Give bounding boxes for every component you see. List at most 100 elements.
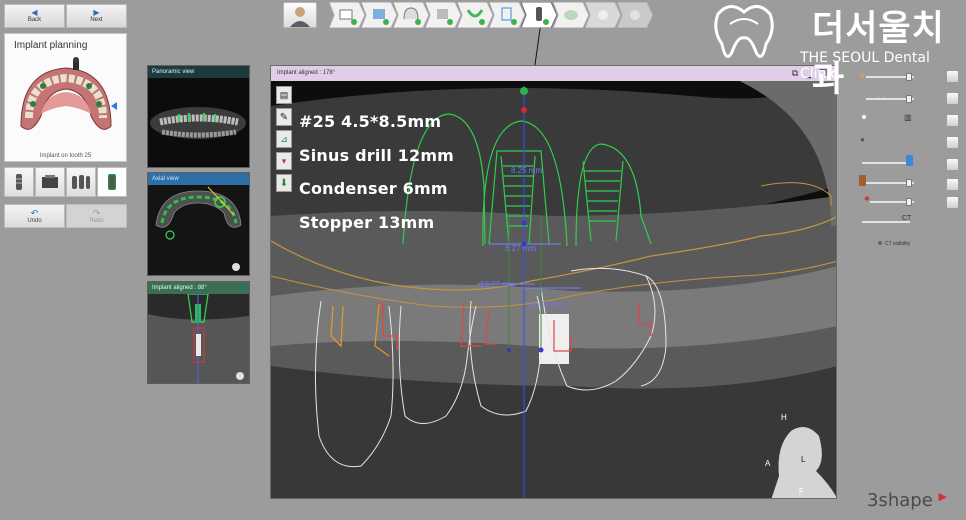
sleeve-implant-icon [108, 174, 116, 190]
orientation-label-h: H [781, 413, 787, 422]
undo-button[interactable]: ↶ Undo [4, 204, 65, 228]
visibility-toggle-7[interactable] [946, 196, 959, 209]
clinic-logo-english: THE SEOUL Dental Clinic [800, 50, 930, 82]
step-export[interactable] [585, 2, 621, 28]
screenshot-icon[interactable]: ⧉ [790, 68, 800, 78]
visibility-toggle-5[interactable] [946, 158, 959, 171]
opacity-slider-knob[interactable] [906, 179, 912, 187]
back-button[interactable]: ◀ Back [4, 4, 65, 28]
undo-label: Undo [27, 217, 42, 224]
undo-icon: ↶ [30, 207, 39, 218]
view-tools: ▤ ✎ ⊿ ▾ ⬇ [276, 86, 292, 192]
ct-visibility-label[interactable]: CT visibility [878, 241, 910, 247]
step-arch[interactable] [457, 2, 493, 28]
step-implant-planning[interactable] [521, 2, 557, 28]
marker-icon: ▾ [281, 155, 287, 166]
panoramic-view[interactable]: Panoramic view [147, 65, 250, 168]
ct-visibility-text: CT visibility [885, 241, 911, 247]
tooth-subtitle: Implant on tooth 25 [39, 153, 92, 159]
toolbar-pointer-line [534, 28, 541, 66]
axial-image [148, 185, 249, 275]
abutment-brown-icon [859, 175, 866, 186]
ct-visibility-dot-icon [878, 241, 882, 245]
view-tool-button-1[interactable]: ▤ [276, 86, 292, 104]
vendor-triangle-icon: ▶ [938, 490, 947, 503]
visibility-row [856, 155, 926, 168]
orientation-label-a: A [765, 459, 771, 468]
multi-implant-tool-button[interactable] [66, 167, 96, 197]
redo-button[interactable]: ↷ Redo [66, 204, 127, 228]
measurement-label: 8.25 mm [511, 166, 543, 175]
panoramic-view-title: Panoramic view [148, 66, 249, 78]
bone-icon: ● [860, 135, 865, 144]
orientation-label-l: L [801, 455, 806, 464]
nerve-icon: ✱ [864, 196, 870, 203]
page-icon: ▤ [279, 89, 289, 100]
orientation-label-f: F [799, 487, 804, 496]
step-prescription[interactable] [329, 2, 365, 28]
arrow-down-icon: ⬇ [279, 177, 289, 189]
visibility-row: ● [856, 135, 926, 147]
abutment-icon [42, 175, 58, 188]
implant-blue-icon [906, 155, 913, 166]
sleeve-icon: ▥ [904, 113, 912, 122]
step-segmentation[interactable] [425, 2, 461, 28]
step-finish[interactable] [617, 2, 653, 28]
head-orientation-widget[interactable]: H A L F [763, 411, 833, 496]
pencil-icon: ✎ [279, 111, 289, 123]
abutment-tool-button[interactable] [35, 167, 65, 197]
workflow-steps [329, 2, 653, 28]
axial-view-title: Axial view [148, 173, 249, 185]
view-tool-button-2[interactable]: ✎ [276, 108, 292, 126]
view-tool-button-4[interactable]: ▾ [276, 152, 292, 170]
jaw-model-image[interactable] [11, 56, 121, 146]
visibility-row [856, 175, 926, 188]
opacity-slider-knob[interactable] [906, 198, 912, 206]
visibility-toggle-6[interactable] [946, 178, 959, 191]
main-view-title: Implant aligned : 178° [277, 70, 336, 76]
view-tool-button-3[interactable]: ⊿ [276, 130, 292, 148]
view-tool-button-5[interactable]: ⬇ [276, 174, 292, 192]
visibility-row: ▥ [856, 113, 926, 125]
implant-spec-text: #25 4.5*8.5mm [299, 112, 442, 131]
sleeve-tool-button[interactable] [97, 167, 127, 197]
vendor-name: 3shape [867, 490, 933, 511]
visibility-row: ✱ [856, 196, 926, 207]
dot-icon [862, 115, 866, 119]
redo-icon: ↷ [92, 207, 101, 218]
measurement-label: 11.30 mm [529, 300, 564, 309]
redo-label: Redo [89, 217, 104, 224]
condenser-text: Condenser 6mm [299, 179, 448, 198]
implant-tool-button[interactable] [4, 167, 34, 197]
back-label: Back [27, 17, 42, 23]
panoramic-image [148, 78, 249, 167]
axial-view[interactable]: Axial view [147, 172, 250, 276]
measurement-label: 12.77 mm [480, 280, 516, 289]
step-scan-import[interactable] [361, 2, 397, 28]
panel-title: Implant planning [14, 40, 88, 51]
stopper-text: Stopper 13mm [299, 213, 435, 232]
patient-profile-button[interactable] [283, 2, 317, 28]
multiple-implants-icon [72, 175, 90, 189]
clinic-tooth-logo [714, 5, 774, 58]
step-guide-design[interactable] [553, 2, 589, 28]
visibility-toggle-4[interactable] [946, 136, 959, 149]
vendor-brand: 3shape ▶ [867, 490, 947, 511]
history-controls: ↶ Undo ↷ Redo [4, 204, 127, 228]
opacity-slider-track[interactable] [862, 162, 910, 164]
ct-icon: CT [902, 215, 912, 222]
implant-icon [16, 174, 22, 190]
implant-aligned-small-view[interactable]: Implant aligned : 88° [147, 281, 250, 384]
step-alignment[interactable] [489, 2, 525, 28]
step-model[interactable] [393, 2, 429, 28]
step-navigation: ◀ Back ▶ Next [4, 4, 127, 28]
doctor-avatar-icon [290, 7, 310, 27]
implant-tool-row [4, 167, 127, 197]
sinus-drill-text: Sinus drill 12mm [299, 146, 455, 165]
implant-aligned-main-view[interactable]: Implant aligned : 178° ⧉ ▁ ❐ ▤ ✎ ⊿ ▾ ⬇ #… [270, 65, 837, 499]
visibility-toggle-3[interactable] [946, 114, 959, 127]
next-button[interactable]: ▶ Next [66, 4, 127, 28]
implant-aligned-small-image [148, 293, 249, 383]
next-label: Next [90, 17, 103, 23]
measure-icon: ⊿ [280, 133, 288, 144]
